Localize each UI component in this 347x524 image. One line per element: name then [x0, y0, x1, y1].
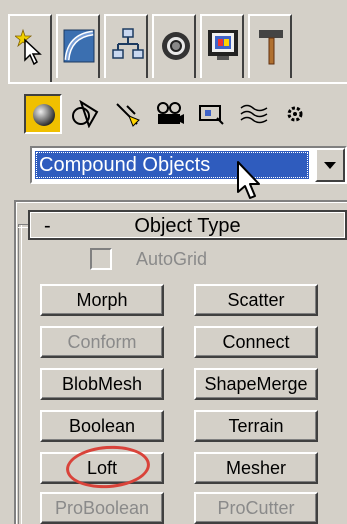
tab-hierarchy[interactable] — [104, 14, 148, 78]
scatter-button[interactable]: Scatter — [194, 284, 318, 316]
category-lights[interactable] — [108, 94, 146, 134]
terrain-button[interactable]: Terrain — [194, 410, 318, 442]
category-toolbar — [24, 94, 347, 136]
cameras-icon — [157, 102, 184, 124]
geometry-sphere-icon — [33, 104, 55, 126]
category-helpers[interactable] — [192, 94, 230, 134]
create-star-cursor-icon — [15, 28, 42, 66]
systems-icon — [287, 106, 303, 122]
tab-utilities[interactable] — [248, 14, 292, 78]
dropdown-arrow-button[interactable] — [315, 148, 345, 182]
morph-button[interactable]: Morph — [40, 284, 164, 316]
lights-icon — [116, 103, 140, 127]
boolean-button[interactable]: Boolean — [40, 410, 164, 442]
space-warps-icon — [240, 104, 268, 124]
category-systems[interactable] — [276, 94, 314, 134]
group-frame-left — [18, 224, 22, 524]
mesher-button[interactable]: Mesher — [194, 452, 318, 484]
object-category-dropdown[interactable]: Compound Objects — [30, 146, 347, 184]
autogrid-label: AutoGrid — [136, 249, 208, 269]
category-shapes[interactable] — [66, 94, 104, 134]
category-space-warps[interactable] — [234, 94, 272, 134]
tab-motion[interactable] — [152, 14, 196, 78]
blobmesh-button[interactable]: BlobMesh — [40, 368, 164, 400]
helpers-icon — [199, 105, 224, 125]
command-panel-tabs — [8, 14, 347, 84]
rollout-title: Object Type — [134, 215, 241, 237]
chevron-down-icon — [324, 162, 336, 169]
modify-bend-icon — [63, 29, 95, 63]
tab-divider — [8, 82, 347, 84]
utilities-hammer-icon — [259, 30, 283, 65]
mouse-cursor-icon — [237, 161, 260, 199]
shapes-icon — [72, 100, 99, 128]
hierarchy-icon — [112, 28, 144, 59]
object-type-rollout-header[interactable]: - Object Type — [28, 210, 347, 240]
procutter-button: ProCutter — [194, 492, 318, 524]
connect-button[interactable]: Connect — [194, 326, 318, 358]
motion-wheel-icon — [162, 32, 190, 60]
autogrid-checkbox[interactable] — [90, 248, 112, 270]
dropdown-selected-value: Compound Objects — [35, 151, 309, 179]
proboolean-button: ProBoolean — [40, 492, 164, 524]
category-cameras[interactable] — [150, 94, 188, 134]
conform-button: Conform — [40, 326, 164, 358]
category-geometry[interactable] — [24, 94, 62, 134]
tab-display[interactable] — [200, 14, 244, 78]
tab-create[interactable] — [8, 14, 52, 84]
display-monitor-icon — [208, 30, 238, 60]
shapemerge-button[interactable]: ShapeMerge — [194, 368, 318, 400]
group-frame-corner — [18, 224, 28, 228]
tab-modify[interactable] — [56, 14, 100, 78]
